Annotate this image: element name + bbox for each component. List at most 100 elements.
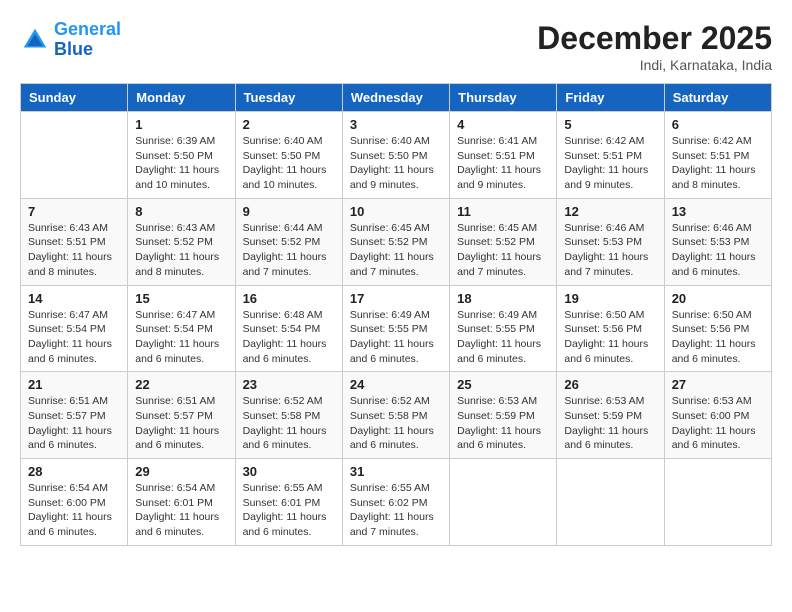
day-info: Sunrise: 6:40 AMSunset: 5:50 PMDaylight:… <box>243 134 335 193</box>
day-number: 3 <box>350 117 442 132</box>
day-number: 6 <box>672 117 764 132</box>
day-info: Sunrise: 6:42 AMSunset: 5:51 PMDaylight:… <box>672 134 764 193</box>
calendar-cell <box>21 112 128 199</box>
calendar-cell <box>664 459 771 546</box>
day-info: Sunrise: 6:55 AMSunset: 6:02 PMDaylight:… <box>350 481 442 540</box>
day-info: Sunrise: 6:47 AMSunset: 5:54 PMDaylight:… <box>135 308 227 367</box>
day-info: Sunrise: 6:41 AMSunset: 5:51 PMDaylight:… <box>457 134 549 193</box>
weekday-header-wednesday: Wednesday <box>342 84 449 112</box>
day-info: Sunrise: 6:49 AMSunset: 5:55 PMDaylight:… <box>350 308 442 367</box>
calendar-cell: 10 Sunrise: 6:45 AMSunset: 5:52 PMDayligh… <box>342 198 449 285</box>
calendar-cell: 4 Sunrise: 6:41 AMSunset: 5:51 PMDaylight… <box>450 112 557 199</box>
calendar-cell: 19 Sunrise: 6:50 AMSunset: 5:56 PMDayligh… <box>557 285 664 372</box>
day-info: Sunrise: 6:53 AMSunset: 6:00 PMDaylight:… <box>672 394 764 453</box>
day-info: Sunrise: 6:44 AMSunset: 5:52 PMDaylight:… <box>243 221 335 280</box>
day-number: 15 <box>135 291 227 306</box>
calendar-cell: 30Sunrise: 6:55 AMSunset: 6:01 PMDayligh… <box>235 459 342 546</box>
calendar-cell: 7 Sunrise: 6:43 AMSunset: 5:51 PMDaylight… <box>21 198 128 285</box>
day-info: Sunrise: 6:42 AMSunset: 5:51 PMDaylight:… <box>564 134 656 193</box>
calendar-week-5: 28 Sunrise: 6:54 AMSunset: 6:00 PMDayligh… <box>21 459 772 546</box>
weekday-header-thursday: Thursday <box>450 84 557 112</box>
day-info: Sunrise: 6:46 AMSunset: 5:53 PMDaylight:… <box>564 221 656 280</box>
calendar-cell: 29Sunrise: 6:54 AMSunset: 6:01 PMDayligh… <box>128 459 235 546</box>
day-number: 27 <box>672 377 764 392</box>
weekday-header-friday: Friday <box>557 84 664 112</box>
calendar-cell: 22 Sunrise: 6:51 AMSunset: 5:57 PMDayligh… <box>128 372 235 459</box>
day-number: 22 <box>135 377 227 392</box>
logo: General Blue <box>20 20 121 60</box>
calendar-cell: 27 Sunrise: 6:53 AMSunset: 6:00 PMDayligh… <box>664 372 771 459</box>
day-number: 17 <box>350 291 442 306</box>
day-info: Sunrise: 6:55 AMSunset: 6:01 PMDaylight:… <box>243 481 335 540</box>
calendar-cell: 26 Sunrise: 6:53 AMSunset: 5:59 PMDayligh… <box>557 372 664 459</box>
calendar-cell <box>450 459 557 546</box>
calendar-cell: 8Sunrise: 6:43 AMSunset: 5:52 PMDaylight… <box>128 198 235 285</box>
day-number: 4 <box>457 117 549 132</box>
calendar-week-1: 1Sunrise: 6:39 AMSunset: 5:50 PMDaylight… <box>21 112 772 199</box>
calendar-cell: 12 Sunrise: 6:46 AMSunset: 5:53 PMDayligh… <box>557 198 664 285</box>
day-info: Sunrise: 6:53 AMSunset: 5:59 PMDaylight:… <box>564 394 656 453</box>
calendar-week-3: 14Sunrise: 6:47 AMSunset: 5:54 PMDayligh… <box>21 285 772 372</box>
weekday-header-row: SundayMondayTuesdayWednesdayThursdayFrid… <box>21 84 772 112</box>
day-info: Sunrise: 6:52 AMSunset: 5:58 PMDaylight:… <box>350 394 442 453</box>
day-number: 7 <box>28 204 120 219</box>
day-number: 1 <box>135 117 227 132</box>
day-number: 21 <box>28 377 120 392</box>
day-info: Sunrise: 6:51 AMSunset: 5:57 PMDaylight:… <box>135 394 227 453</box>
day-info: Sunrise: 6:46 AMSunset: 5:53 PMDaylight:… <box>672 221 764 280</box>
day-number: 11 <box>457 204 549 219</box>
calendar-cell: 11 Sunrise: 6:45 AMSunset: 5:52 PMDayligh… <box>450 198 557 285</box>
day-number: 12 <box>564 204 656 219</box>
calendar-cell: 15 Sunrise: 6:47 AMSunset: 5:54 PMDayligh… <box>128 285 235 372</box>
calendar-cell: 20Sunrise: 6:50 AMSunset: 5:56 PMDayligh… <box>664 285 771 372</box>
day-number: 26 <box>564 377 656 392</box>
page-header: General Blue December 2025 Indi, Karnata… <box>20 20 772 73</box>
calendar-cell: 17 Sunrise: 6:49 AMSunset: 5:55 PMDayligh… <box>342 285 449 372</box>
calendar-week-2: 7 Sunrise: 6:43 AMSunset: 5:51 PMDaylight… <box>21 198 772 285</box>
month-title: December 2025 <box>537 20 772 57</box>
day-number: 18 <box>457 291 549 306</box>
logo-icon <box>20 25 50 55</box>
calendar-cell: 6 Sunrise: 6:42 AMSunset: 5:51 PMDaylight… <box>664 112 771 199</box>
day-number: 23 <box>243 377 335 392</box>
day-number: 16 <box>243 291 335 306</box>
day-info: Sunrise: 6:43 AMSunset: 5:51 PMDaylight:… <box>28 221 120 280</box>
calendar-cell: 13 Sunrise: 6:46 AMSunset: 5:53 PMDayligh… <box>664 198 771 285</box>
day-number: 5 <box>564 117 656 132</box>
calendar-table: SundayMondayTuesdayWednesdayThursdayFrid… <box>20 83 772 546</box>
calendar-cell: 25Sunrise: 6:53 AMSunset: 5:59 PMDayligh… <box>450 372 557 459</box>
calendar-cell: 18Sunrise: 6:49 AMSunset: 5:55 PMDayligh… <box>450 285 557 372</box>
day-number: 2 <box>243 117 335 132</box>
calendar-week-4: 21 Sunrise: 6:51 AMSunset: 5:57 PMDayligh… <box>21 372 772 459</box>
day-number: 28 <box>28 464 120 479</box>
day-info: Sunrise: 6:47 AMSunset: 5:54 PMDaylight:… <box>28 308 120 367</box>
logo-text: General Blue <box>54 20 121 60</box>
day-number: 10 <box>350 204 442 219</box>
calendar-cell: 3 Sunrise: 6:40 AMSunset: 5:50 PMDaylight… <box>342 112 449 199</box>
day-info: Sunrise: 6:52 AMSunset: 5:58 PMDaylight:… <box>243 394 335 453</box>
day-number: 24 <box>350 377 442 392</box>
day-info: Sunrise: 6:45 AMSunset: 5:52 PMDaylight:… <box>350 221 442 280</box>
calendar-cell: 21Sunrise: 6:51 AMSunset: 5:57 PMDayligh… <box>21 372 128 459</box>
day-info: Sunrise: 6:48 AMSunset: 5:54 PMDaylight:… <box>243 308 335 367</box>
calendar-cell: 9 Sunrise: 6:44 AMSunset: 5:52 PMDaylight… <box>235 198 342 285</box>
calendar-cell: 2 Sunrise: 6:40 AMSunset: 5:50 PMDaylight… <box>235 112 342 199</box>
calendar-cell: 23 Sunrise: 6:52 AMSunset: 5:58 PMDayligh… <box>235 372 342 459</box>
weekday-header-monday: Monday <box>128 84 235 112</box>
day-info: Sunrise: 6:50 AMSunset: 5:56 PMDaylight:… <box>672 308 764 367</box>
day-number: 19 <box>564 291 656 306</box>
day-number: 9 <box>243 204 335 219</box>
day-number: 13 <box>672 204 764 219</box>
calendar-cell: 24 Sunrise: 6:52 AMSunset: 5:58 PMDayligh… <box>342 372 449 459</box>
day-number: 25 <box>457 377 549 392</box>
day-info: Sunrise: 6:50 AMSunset: 5:56 PMDaylight:… <box>564 308 656 367</box>
day-info: Sunrise: 6:45 AMSunset: 5:52 PMDaylight:… <box>457 221 549 280</box>
weekday-header-tuesday: Tuesday <box>235 84 342 112</box>
calendar-cell: 31Sunrise: 6:55 AMSunset: 6:02 PMDayligh… <box>342 459 449 546</box>
day-info: Sunrise: 6:43 AMSunset: 5:52 PMDaylight:… <box>135 221 227 280</box>
calendar-cell: 28 Sunrise: 6:54 AMSunset: 6:00 PMDayligh… <box>21 459 128 546</box>
calendar-cell <box>557 459 664 546</box>
day-info: Sunrise: 6:40 AMSunset: 5:50 PMDaylight:… <box>350 134 442 193</box>
day-info: Sunrise: 6:54 AMSunset: 6:00 PMDaylight:… <box>28 481 120 540</box>
location-subtitle: Indi, Karnataka, India <box>537 57 772 73</box>
